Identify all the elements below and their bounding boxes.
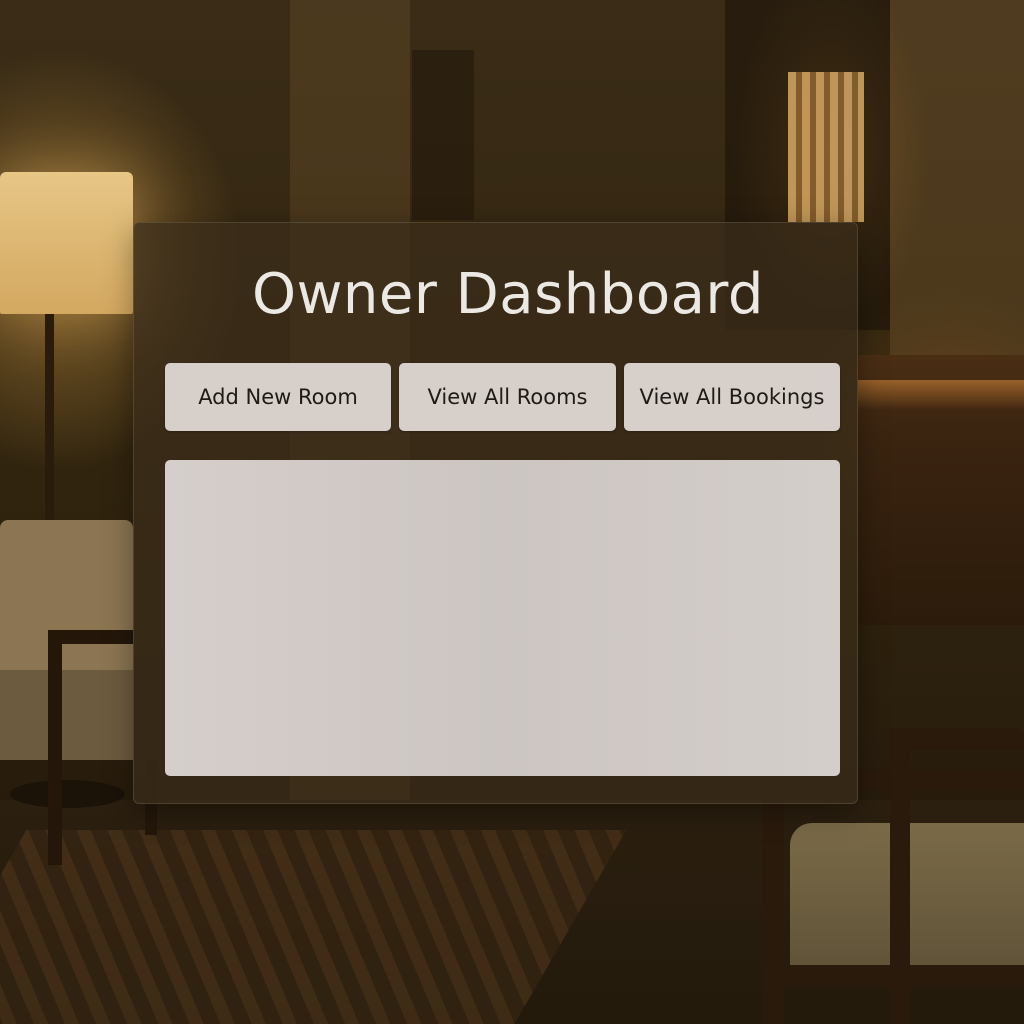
right-armchair-back-rail bbox=[890, 728, 1024, 750]
add-new-room-button[interactable]: Add New Room bbox=[165, 363, 391, 431]
floor-lamp-base bbox=[10, 780, 125, 808]
background-counter-light bbox=[858, 380, 1024, 410]
view-all-rooms-button[interactable]: View All Rooms bbox=[399, 363, 616, 431]
view-all-bookings-button[interactable]: View All Bookings bbox=[624, 363, 840, 431]
hotel-lobby-background: Owner Dashboard Add New Room View All Ro… bbox=[0, 0, 1024, 1024]
dashboard-content-area bbox=[165, 460, 840, 776]
left-armchair-leg bbox=[48, 630, 62, 865]
right-armchair-base-rail bbox=[762, 965, 1024, 987]
page-title: Owner Dashboard bbox=[252, 262, 764, 327]
background-doorway bbox=[412, 50, 474, 220]
left-armchair-seat bbox=[0, 670, 133, 760]
background-lit-window bbox=[788, 72, 864, 222]
left-armchair-back bbox=[0, 520, 133, 670]
floor-lamp-pole bbox=[45, 314, 54, 524]
